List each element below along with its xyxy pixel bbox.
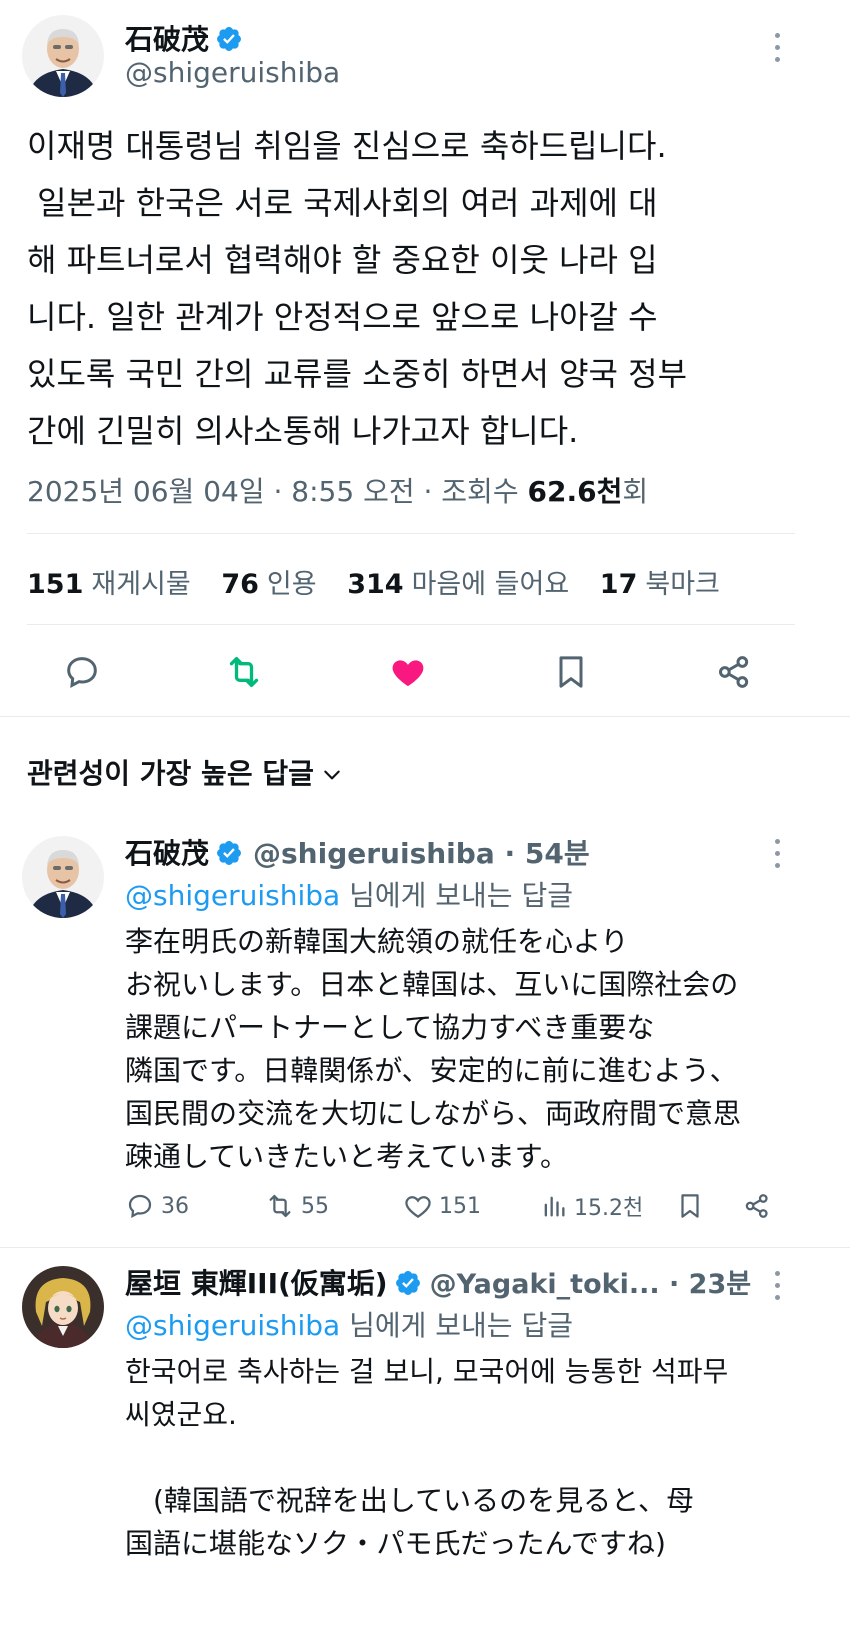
chevron-down-icon [324, 770, 340, 780]
retweets-stat[interactable]: 151 재게시물 [27, 569, 213, 600]
more-options-icon[interactable] [762, 28, 792, 68]
handle[interactable]: @shigeruishiba [125, 56, 340, 89]
comment-count: 36 [161, 1193, 189, 1219]
replying-to: @shigeruishiba 님에게 보내는 답글 [125, 874, 573, 914]
heart-icon [405, 1196, 431, 1218]
divider [0, 1247, 850, 1248]
replies-sort-label: 관련성이 가장 높은 답글 [27, 757, 314, 790]
reply-bookmark-button[interactable] [675, 1186, 711, 1226]
more-options-icon[interactable] [762, 834, 792, 874]
reply-like-button[interactable]: 151 [403, 1186, 481, 1226]
quotes-stat[interactable]: 76 인용 [221, 569, 338, 600]
retweets-label: 재게시물 [91, 569, 191, 600]
like-count: 151 [439, 1193, 481, 1219]
likes-stat[interactable]: 314 마음에 들어요 [347, 569, 591, 600]
reply-to-label: 님에게 보내는 답글 [340, 1309, 573, 1342]
reply-mention-link[interactable]: @shigeruishiba [125, 1309, 340, 1342]
bookmarks-stat[interactable]: 17 북마크 [600, 569, 742, 600]
verified-badge-icon [215, 25, 243, 53]
reply-text: 李在明氏の新韓国大統領の就任を心より お祝いします。日本と韓国は、互いに国際社会… [125, 925, 742, 1173]
divider [27, 624, 795, 625]
reply-text: 한국어로 축사하는 걸 보니, 모국어에 능통한 석파무 씨였군요. (韓国語で… [125, 1355, 729, 1560]
handle-time[interactable]: @shigeruishiba · 54분 [253, 837, 590, 870]
quotes-count: 76 [221, 569, 259, 600]
tweet-meta: 2025년 06월 04일 · 8:55 오전 · 조회수 62.6천회 [27, 470, 648, 510]
reply-views-button[interactable]: 15.2천 [540, 1186, 643, 1226]
bookmark-icon [559, 656, 583, 688]
reply-icon [128, 1194, 152, 1218]
retweet-icon [229, 657, 259, 687]
replies-sort-dropdown[interactable]: 관련성이 가장 높은 답글 [27, 752, 342, 792]
bookmarks-label: 북마크 [645, 569, 720, 600]
views-chart-icon [544, 1196, 565, 1217]
share-button[interactable] [714, 650, 754, 694]
reply-comment-button[interactable]: 36 [125, 1186, 189, 1226]
replying-to: @shigeruishiba 님에게 보내는 답글 [125, 1304, 573, 1344]
retweet-icon [269, 1194, 291, 1218]
retweets-count: 151 [27, 569, 84, 600]
avatar[interactable] [22, 1266, 104, 1348]
verified-badge-icon [394, 1269, 422, 1297]
display-name-text[interactable]: 石破茂 [125, 23, 209, 56]
reply-retweet-button[interactable]: 55 [265, 1186, 329, 1226]
quotes-label: 인용 [266, 569, 317, 600]
tweet-text: 이재명 대통령님 취임을 진심으로 축하드립니다. 일본과 한국은 서로 국제사… [27, 127, 688, 450]
reply-author[interactable]: 石破茂 @shigeruishiba · 54분 [125, 832, 590, 872]
likes-count: 314 [347, 569, 404, 600]
bookmarks-count: 17 [599, 569, 638, 600]
tweet-stats: 151 재게시물 76 인용 314 마음에 들어요 17 북마크 [27, 562, 742, 601]
retweet-count: 55 [301, 1193, 329, 1219]
bookmark-icon [681, 1194, 699, 1218]
views-count: 15.2천 [574, 1196, 644, 1221]
display-name-text[interactable]: 屋垣 東輝III(仮寓垢) [125, 1267, 388, 1300]
reply-actions: 36 55 151 15.2천 [125, 1186, 825, 1226]
more-options-icon[interactable] [762, 1266, 792, 1306]
views-suffix: 회 [622, 475, 649, 508]
reply-to-label: 님에게 보내는 답글 [340, 879, 573, 912]
avatar[interactable] [22, 15, 104, 97]
display-name[interactable]: 石破茂 [125, 18, 243, 58]
avatar[interactable] [22, 836, 104, 918]
display-name-text[interactable]: 石破茂 [125, 837, 209, 870]
divider [0, 716, 850, 717]
reply-share-button[interactable] [742, 1186, 778, 1226]
heart-filled-icon [392, 660, 424, 687]
views-count: 62.6천 [527, 475, 623, 508]
like-button[interactable] [388, 650, 428, 694]
verified-badge-icon [215, 839, 243, 867]
reply-author[interactable]: 屋垣 東輝III(仮寓垢) @Yagaki_toki... · 23분 [125, 1262, 751, 1302]
handle-time[interactable]: @Yagaki_toki... · 23분 [430, 1269, 751, 1300]
likes-label: 마음에 들어요 [411, 569, 570, 600]
share-icon [745, 1194, 768, 1218]
timestamp-text[interactable]: 2025년 06월 04일 · 8:55 오전 · 조회수 [27, 475, 527, 508]
retweet-button[interactable] [224, 650, 264, 694]
bookmark-button[interactable] [551, 650, 591, 694]
reply-mention-link[interactable]: @shigeruishiba [125, 879, 340, 912]
divider [27, 533, 795, 534]
reply-icon [67, 657, 97, 688]
share-icon [719, 656, 749, 688]
reply-button[interactable] [62, 650, 102, 694]
